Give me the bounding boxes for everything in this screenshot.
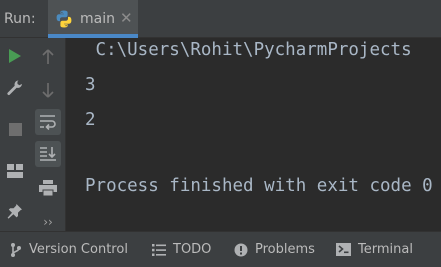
- print-button[interactable]: [37, 177, 59, 199]
- terminal-button[interactable]: Terminal: [336, 232, 413, 267]
- more-actions-button[interactable]: ››: [38, 214, 58, 230]
- git-branch-icon: [11, 242, 21, 257]
- console-output[interactable]: C:\Users\Rohit\PycharmProjects 3 2 Proce…: [66, 38, 441, 231]
- rerun-button[interactable]: [5, 46, 25, 66]
- todo-button[interactable]: TODO: [152, 232, 211, 267]
- rerun-icon: [9, 49, 21, 63]
- arrow-down-icon: [42, 83, 54, 98]
- next-occurrence-button[interactable]: [38, 80, 58, 100]
- python-icon: [56, 10, 72, 28]
- scroll-to-end-icon: [40, 147, 56, 161]
- stop-icon: [8, 122, 22, 136]
- todo-label: TODO: [173, 242, 212, 257]
- console-line-output-2: 2: [85, 110, 96, 130]
- run-toolbar-primary: [0, 38, 30, 231]
- tool-window-bar: Version Control TODO Problems Terminal: [0, 231, 441, 267]
- previous-occurrence-button[interactable]: [38, 47, 58, 67]
- soft-wrap-icon: [40, 115, 56, 130]
- run-label: Run:: [4, 11, 36, 27]
- scroll-to-end-button[interactable]: [35, 141, 61, 167]
- terminal-icon: [336, 243, 351, 256]
- terminal-label: Terminal: [358, 242, 413, 257]
- console-line-output-1: 3: [85, 75, 96, 95]
- todo-list-icon: [152, 243, 166, 256]
- version-control-button[interactable]: Version Control: [10, 232, 128, 267]
- edit-configuration-button[interactable]: [5, 78, 25, 98]
- print-icon: [39, 180, 57, 196]
- console-line-exit-status: Process finished with exit code 0: [85, 176, 433, 196]
- wrench-icon: [7, 80, 22, 96]
- pin-tab-button[interactable]: [4, 200, 26, 222]
- pin-icon: [7, 204, 22, 219]
- tab-main-label: main: [80, 11, 115, 27]
- stop-button[interactable]: [5, 119, 25, 139]
- problems-label: Problems: [255, 242, 315, 257]
- layout-icon: [7, 164, 23, 178]
- version-control-label: Version Control: [29, 242, 128, 257]
- run-toolbar-secondary: ››: [30, 38, 66, 231]
- problems-icon: [234, 243, 248, 256]
- console-line-path: C:\Users\Rohit\PycharmProjects: [85, 40, 412, 60]
- soft-wrap-button[interactable]: [35, 109, 61, 135]
- close-icon[interactable]: ✕: [120, 9, 133, 27]
- arrow-up-icon: [42, 49, 54, 64]
- problems-button[interactable]: Problems: [234, 232, 315, 267]
- restore-layout-button[interactable]: [4, 160, 26, 182]
- run-tool-window-header: Run: main ✕: [0, 0, 441, 38]
- tab-main[interactable]: main ✕: [48, 0, 138, 38]
